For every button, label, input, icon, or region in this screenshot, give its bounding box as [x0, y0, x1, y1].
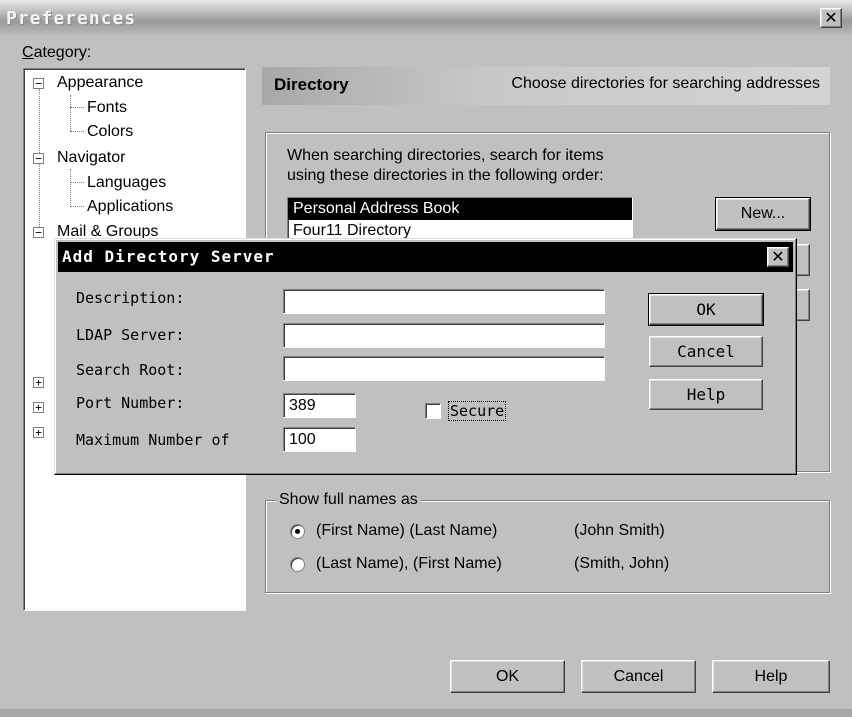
- max-hits-input[interactable]: 100: [283, 427, 356, 452]
- preferences-titlebar[interactable]: Preferences ✕: [0, 0, 852, 36]
- tree-item-languages[interactable]: Languages: [87, 171, 166, 195]
- ldap-server-label: LDAP Server:: [76, 326, 185, 344]
- tree-item-colors[interactable]: Colors: [87, 120, 133, 144]
- list-item[interactable]: Personal Address Book: [288, 198, 632, 220]
- close-icon[interactable]: ✕: [767, 247, 789, 267]
- port-number-input[interactable]: 389: [283, 393, 356, 418]
- directory-instruction: When searching directories, search for i…: [287, 146, 604, 186]
- directory-list[interactable]: Personal Address Book Four11 Directory: [287, 197, 633, 241]
- tree-line: [70, 182, 84, 183]
- help-button[interactable]: Help: [712, 660, 830, 693]
- collapse-icon[interactable]: −: [33, 78, 44, 89]
- search-root-input[interactable]: [283, 356, 605, 381]
- description-label: Description:: [76, 289, 185, 307]
- dialog-help-button[interactable]: Help: [649, 379, 763, 410]
- description-input[interactable]: [283, 289, 605, 314]
- taskbar-strip: [0, 709, 852, 717]
- max-hits-label: Maximum Number of: [76, 431, 230, 453]
- tree-line: [70, 107, 84, 108]
- tree-item-applications[interactable]: Applications: [87, 195, 173, 219]
- window-title: Preferences: [6, 8, 137, 29]
- directory-title: Directory: [274, 75, 349, 94]
- tree-line: [70, 131, 84, 132]
- max-hits-label-text: Maximum Number of: [76, 431, 230, 449]
- port-number-label: Port Number:: [76, 394, 185, 412]
- expand-icon[interactable]: +: [33, 377, 44, 388]
- dialog-cancel-button[interactable]: Cancel: [649, 336, 763, 367]
- radio-first-last[interactable]: [290, 524, 305, 539]
- show-names-label: Show full names as: [276, 491, 421, 509]
- tree-line: [70, 95, 71, 131]
- name-example-first-last: (John Smith): [574, 522, 665, 539]
- dialog-ok-button[interactable]: OK: [648, 293, 764, 326]
- secure-label[interactable]: Secure: [447, 401, 507, 421]
- directory-header: Directory Choose directories for searchi…: [262, 67, 830, 105]
- close-icon[interactable]: ✕: [820, 8, 842, 28]
- tree-item-appearance[interactable]: Appearance: [57, 71, 143, 95]
- collapse-icon[interactable]: −: [33, 153, 44, 164]
- tree-item-fonts[interactable]: Fonts: [87, 96, 127, 120]
- dialog-title: Add Directory Server: [62, 247, 275, 266]
- name-format-last-first[interactable]: (Last Name), (First Name): [316, 555, 502, 573]
- search-root-label: Search Root:: [76, 361, 185, 379]
- name-format-first-last[interactable]: (First Name) (Last Name): [316, 522, 497, 540]
- tree-line: [70, 169, 71, 205]
- add-directory-server-dialog[interactable]: Add Directory Server ✕ Description: LDAP…: [54, 238, 797, 475]
- expand-icon[interactable]: +: [33, 427, 44, 438]
- show-names-group: [265, 500, 830, 593]
- tree-item-navigator[interactable]: Navigator: [57, 146, 125, 170]
- collapse-icon[interactable]: −: [33, 227, 44, 238]
- category-label: Category:: [22, 44, 92, 61]
- ldap-server-input[interactable]: [283, 323, 605, 348]
- cancel-button[interactable]: Cancel: [581, 660, 696, 693]
- secure-checkbox[interactable]: [425, 403, 441, 419]
- dialog-titlebar[interactable]: Add Directory Server ✕: [58, 242, 793, 272]
- radio-last-first[interactable]: [290, 557, 305, 572]
- directory-description: Choose directories for searching address…: [511, 75, 820, 92]
- tree-line: [70, 206, 84, 207]
- instruction-line-1: When searching directories, search for i…: [287, 147, 604, 164]
- expand-icon[interactable]: +: [33, 402, 44, 413]
- name-example-last-first: (Smith, John): [574, 555, 670, 572]
- category-label-rest: ategory:: [33, 44, 92, 61]
- instruction-line-2: using these directories in the following…: [287, 167, 604, 184]
- ok-button[interactable]: OK: [450, 660, 565, 693]
- new-directory-button[interactable]: New...: [715, 197, 811, 231]
